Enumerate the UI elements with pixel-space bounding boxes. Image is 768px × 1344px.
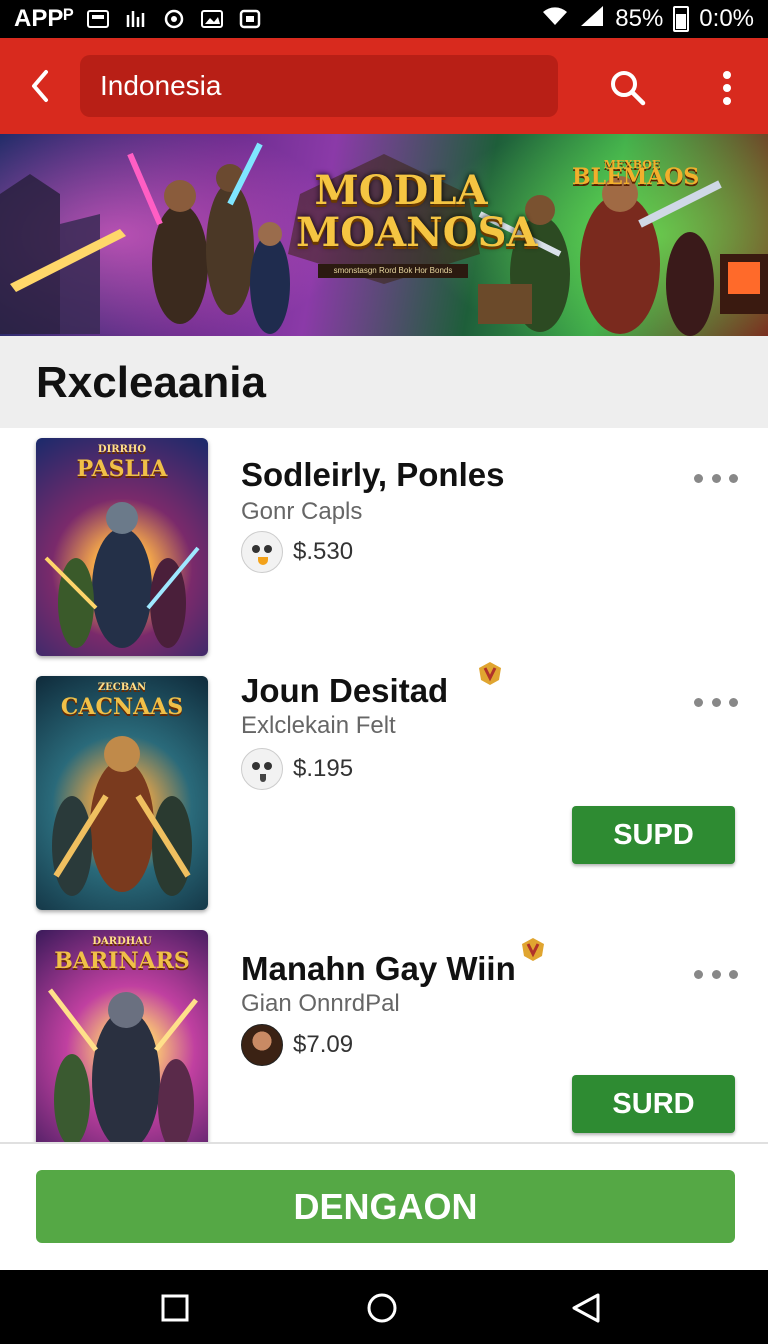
search-button[interactable] [598, 60, 658, 116]
section-title: Rxcleaania [36, 358, 266, 407]
cover-title: CACNAAS [60, 694, 184, 720]
developer-avatar [241, 748, 283, 790]
item-title[interactable]: Manahn Gay Wiin [241, 950, 516, 988]
cell-signal-icon [579, 4, 605, 35]
item-action-button[interactable]: SURD [572, 1075, 735, 1133]
home-icon [367, 1293, 397, 1323]
back-nav-button[interactable] [566, 1288, 606, 1328]
chevron-left-icon [32, 70, 48, 102]
status-app-label: APPᴾ [14, 5, 74, 32]
back-button[interactable] [0, 38, 80, 134]
cover-top-text: ZECBAN [97, 682, 147, 693]
cover-top-text: DARDHAU [92, 936, 152, 947]
game-cover[interactable]: DARDHAU BARINARS [36, 930, 208, 1142]
status-bar: APPᴾ 85% 0:0% [0, 0, 768, 38]
game-cover[interactable]: DIRRHO PASLIA [36, 438, 208, 656]
verified-badge-icon [522, 938, 544, 961]
price-row: $.195 [241, 748, 353, 790]
status-time: 0:0% [699, 5, 754, 32]
bottom-action-area: DENGAON [0, 1144, 768, 1270]
system-nav-bar [0, 1270, 768, 1344]
search-input-value: Indonesia [100, 70, 222, 101]
primary-action-button[interactable]: DENGAON [36, 1170, 735, 1243]
item-title[interactable]: Joun Desitad [241, 672, 448, 710]
cover-title: BARINARS [54, 948, 190, 974]
wifi-icon [541, 5, 569, 34]
cast-icon [163, 9, 185, 29]
item-more-button[interactable] [694, 964, 738, 984]
banner-subtitle: smonstasgn Rord Bok Hor Bonds [318, 264, 468, 278]
item-subtitle: Gonr Capls [241, 498, 363, 525]
item-subtitle: Gian OnnrdPal [241, 990, 400, 1017]
battery-percent: 85% [615, 5, 664, 32]
item-action-button[interactable]: SUPD [572, 806, 735, 864]
more-vert-icon [723, 71, 731, 105]
item-subtitle: Exlclekain Felt [241, 712, 396, 739]
item-price: $7.09 [293, 1031, 354, 1058]
item-title[interactable]: Sodleirly, Ponles [241, 456, 504, 494]
more-options-button[interactable] [702, 60, 752, 116]
featured-banner[interactable]: MODLA MOANOSA smonstasgn Rord Bok Hor Bo… [0, 134, 768, 336]
game-list: DIRRHO PASLIA Sodleirly, Ponles Gonr Cap… [0, 428, 768, 1142]
cover-top-text: DIRRHO [97, 444, 147, 455]
back-icon [572, 1293, 600, 1323]
price-row: $.530 [241, 531, 353, 573]
search-icon [611, 71, 646, 106]
banner-logo: BLEMAOS [572, 164, 700, 190]
image-icon [201, 9, 224, 29]
camera-icon [239, 9, 261, 29]
item-price: $.530 [293, 538, 354, 565]
developer-avatar [241, 1024, 283, 1066]
recents-button[interactable] [155, 1288, 195, 1328]
notification-icon [87, 9, 110, 29]
battery-icon [673, 6, 690, 32]
home-button[interactable] [362, 1288, 402, 1328]
price-row: $7.09 [241, 1024, 353, 1066]
cover-title: PASLIA [76, 456, 168, 482]
banner-title: MODLA MOANOSA [296, 167, 538, 256]
game-cover[interactable]: ZECBAN CACNAAS [36, 676, 208, 910]
verified-badge-icon [479, 662, 501, 685]
item-price: $.195 [293, 755, 354, 782]
item-more-button[interactable] [694, 692, 738, 712]
search-input[interactable]: Indonesia [80, 55, 558, 117]
developer-avatar [241, 531, 283, 573]
recents-icon [161, 1294, 189, 1322]
signal-icon [125, 9, 147, 29]
section-header: Rxcleaania [0, 336, 768, 428]
app-bar: Indonesia [0, 38, 768, 134]
item-more-button[interactable] [694, 468, 738, 488]
